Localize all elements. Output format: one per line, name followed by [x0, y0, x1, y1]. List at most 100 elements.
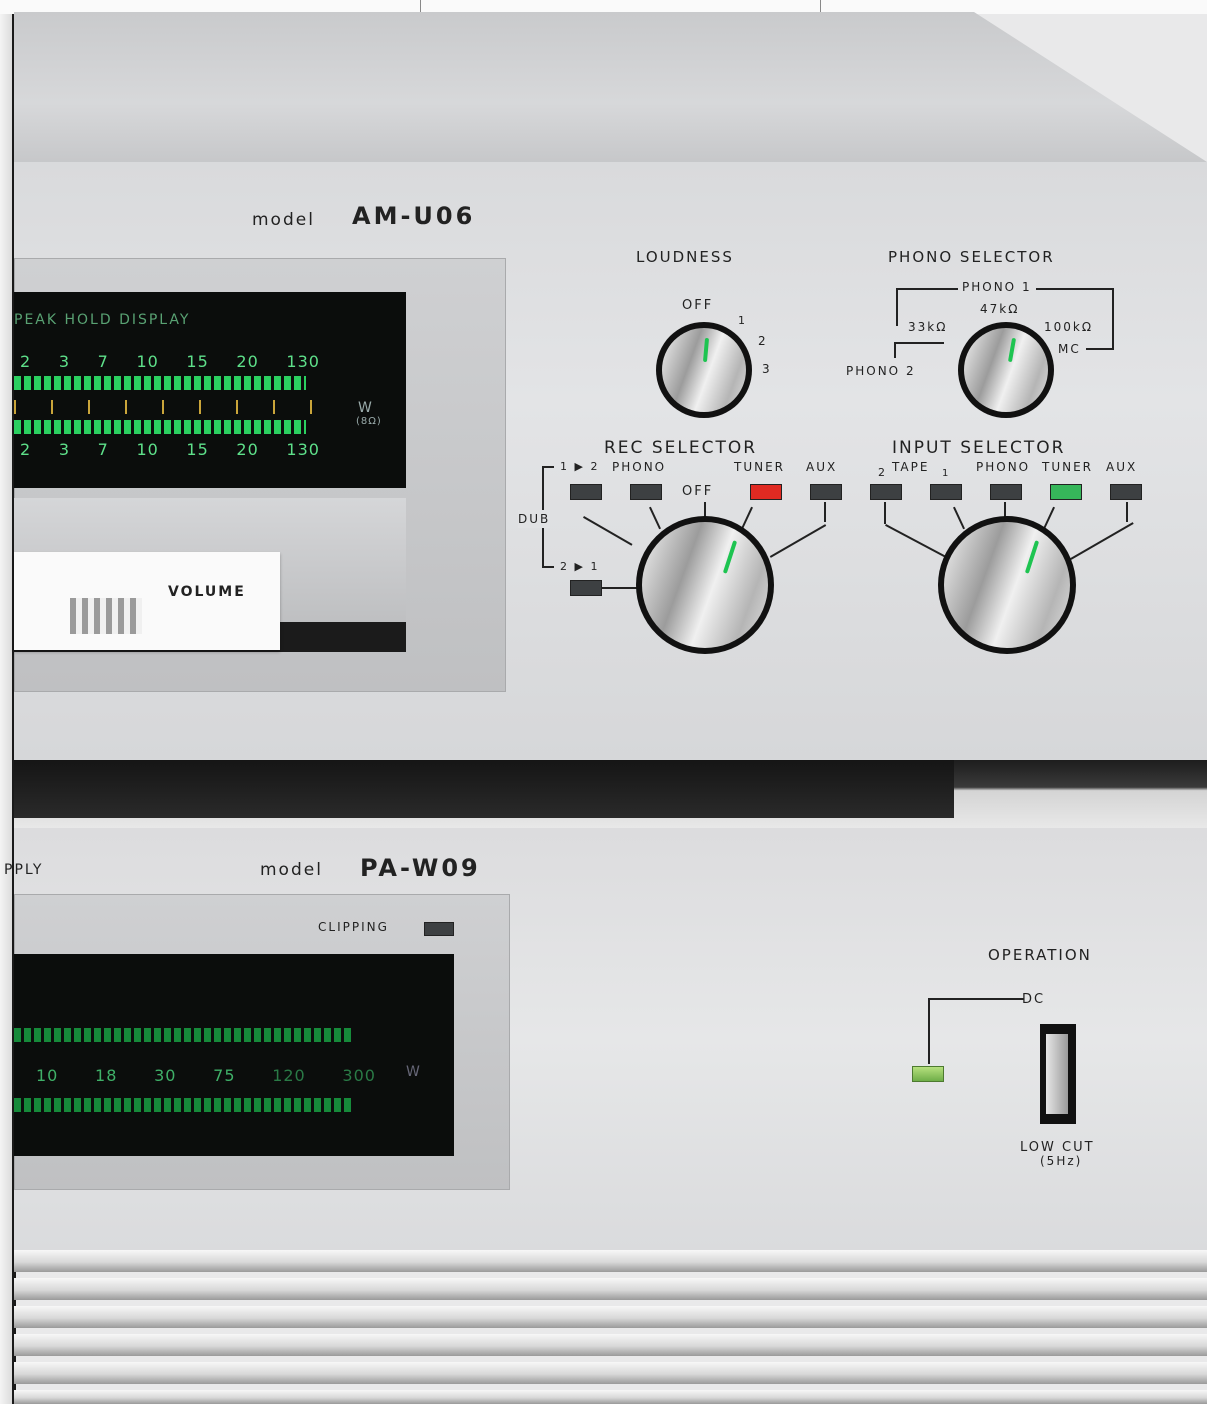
- dub-label: DUB: [518, 510, 551, 528]
- scale-top-label: 20: [236, 352, 259, 371]
- input-phono-label: PHONO: [976, 460, 1031, 474]
- rec-dub-2-1-indicator: [570, 580, 602, 596]
- pre-amp-lid: [14, 12, 1207, 164]
- power-scale-label: 30: [154, 1066, 177, 1085]
- phono-selector-title: PHONO SELECTOR: [888, 248, 1055, 266]
- power-meter-unit: W: [406, 1064, 421, 1080]
- meter-scale-top: 2 3 7 10 15 20 130: [20, 352, 320, 371]
- peak-meter-display: PEAK HOLD DISPLAY 2 3 7 10 15 20 130 2 3…: [14, 292, 406, 488]
- input-link-line: [1043, 506, 1055, 530]
- input-phono-indicator: [990, 484, 1022, 500]
- meter-peak-ticks: [14, 400, 314, 414]
- input-aux-label: AUX: [1106, 460, 1138, 474]
- power-meter-display: 10 18 30 75 120 300 W: [14, 954, 454, 1156]
- rack-gap-shadow: [14, 760, 954, 818]
- dub-bracket-bottom: [542, 566, 554, 568]
- phono-100k-label: 100kΩ: [1044, 320, 1094, 334]
- operation-bracket-top: [928, 998, 1024, 1000]
- cooling-vents: [14, 1250, 1207, 1404]
- loudness-knob[interactable]: [656, 322, 752, 418]
- operation-switch[interactable]: [1040, 1024, 1076, 1124]
- input-link-line: [1070, 522, 1134, 560]
- input-link-line: [885, 524, 948, 559]
- input-selector-knob[interactable]: [938, 516, 1076, 654]
- operation-low-cut-sub: (5Hz): [1040, 1154, 1083, 1168]
- dub-2-to-1-label: 2 ▶ 1: [560, 560, 600, 573]
- scale-bottom-label: 20: [236, 440, 259, 459]
- rec-link-line: [824, 502, 826, 522]
- operation-indicator: [912, 1066, 944, 1082]
- model-prefix: model: [252, 210, 315, 230]
- input-tuner-label: TUNER: [1042, 460, 1094, 474]
- scale-top-label: 130: [286, 352, 320, 371]
- input-tuner-indicator: [1050, 484, 1082, 500]
- phono2-bracket-down: [894, 342, 896, 358]
- input-selector-title: INPUT SELECTOR: [892, 438, 1066, 458]
- vent-slat: [14, 1250, 1207, 1272]
- input-tape-label: TAPE: [892, 460, 930, 474]
- operation-dc-label: DC: [1022, 992, 1046, 1007]
- volume-grip: [70, 598, 142, 634]
- phono-47k-label: 47kΩ: [980, 302, 1020, 316]
- rec-link-line: [649, 506, 661, 530]
- vent-slat: [14, 1306, 1207, 1328]
- rec-tuner-label: TUNER: [734, 460, 786, 474]
- left-page-edge: [0, 0, 12, 1404]
- scale-top-label: 7: [97, 352, 109, 371]
- phono2-label: PHONO 2: [846, 364, 916, 378]
- rec-selector-knob[interactable]: [636, 516, 774, 654]
- power-meter-bezel: CLIPPING 10 18 30 75 120 300 W: [14, 894, 510, 1190]
- phono-bracket-left: [896, 288, 898, 326]
- phono1-label: PHONO 1: [958, 280, 1036, 294]
- model-name: PA-W09: [360, 854, 481, 882]
- operation-bracket-left: [928, 998, 930, 1064]
- peak-hold-title: PEAK HOLD DISPLAY: [14, 312, 191, 328]
- loudness-off: OFF: [682, 298, 714, 313]
- loudness-title: LOUDNESS: [636, 248, 734, 266]
- rec-aux-label: AUX: [806, 460, 838, 474]
- volume-label: VOLUME: [168, 584, 246, 600]
- scale-bottom-label: 130: [286, 440, 320, 459]
- phono-selector-knob[interactable]: [958, 322, 1054, 418]
- phono-bracket-mc: [1086, 348, 1114, 350]
- scale-top-label: 2: [20, 352, 32, 371]
- input-tape-2-label: 2: [878, 466, 887, 479]
- input-link-line: [1126, 502, 1128, 522]
- rec-off-label: OFF: [682, 484, 714, 499]
- scale-bottom-label: 7: [97, 440, 109, 459]
- power-meter-bar-right: [14, 1098, 354, 1112]
- pre-amp-front-panel: model AM-U06 PEAK HOLD DISPLAY 2 3 7 10 …: [14, 162, 1207, 760]
- scale-bottom-label: 15: [186, 440, 209, 459]
- rec-phono-label: PHONO: [612, 460, 667, 474]
- volume-slider[interactable]: VOLUME: [14, 552, 280, 650]
- power-meter-scale: 10 18 30 75 120 300: [36, 1066, 376, 1085]
- rec-link-line: [769, 524, 827, 558]
- operation-low-cut-label: LOW CUT: [1020, 1140, 1095, 1155]
- scale-top-label: 15: [186, 352, 209, 371]
- meter-bar-right: [14, 420, 306, 434]
- power-scale-label: 10: [36, 1066, 59, 1085]
- meter-scale-bottom: 2 3 7 10 15 20 130: [20, 440, 320, 459]
- side-text-fragment: PPLY: [4, 862, 44, 878]
- phono-bracket-right: [1112, 288, 1114, 350]
- dub-1-to-2-label: 1 ▶ 2: [560, 460, 600, 473]
- loudness-2: 2: [758, 334, 768, 348]
- meter-unit: W: [358, 400, 373, 416]
- scale-top-label: 3: [58, 352, 70, 371]
- power-meter-bar-left: [14, 1028, 354, 1042]
- input-link-line: [953, 506, 965, 530]
- model-name: AM-U06: [352, 202, 476, 230]
- input-tape2-indicator: [870, 484, 902, 500]
- scale-bottom-label: 10: [136, 440, 159, 459]
- rec-phono-indicator: [630, 484, 662, 500]
- input-aux-indicator: [1110, 484, 1142, 500]
- rec-tuner-indicator: [750, 484, 782, 500]
- rec-link-line: [741, 506, 753, 530]
- input-link-line: [884, 502, 886, 524]
- power-scale-label: 300: [342, 1066, 376, 1085]
- rec-selector-title: REC SELECTOR: [604, 438, 758, 458]
- meter-bezel: PEAK HOLD DISPLAY 2 3 7 10 15 20 130 2 3…: [14, 258, 506, 692]
- clipping-label: CLIPPING: [318, 920, 389, 934]
- model-prefix: model: [260, 860, 323, 880]
- operation-switch-lever: [1046, 1034, 1068, 1114]
